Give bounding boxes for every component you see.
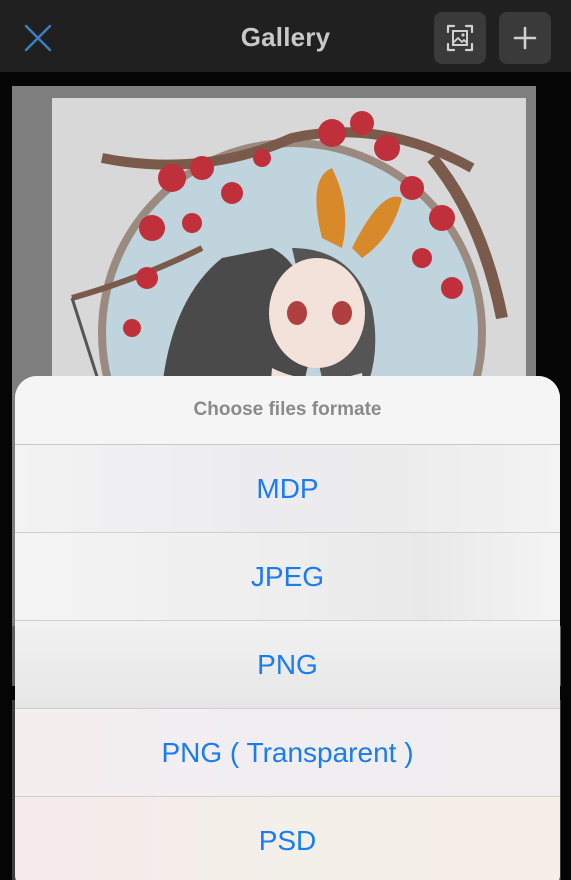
- add-button[interactable]: [499, 12, 551, 64]
- option-png[interactable]: PNG: [15, 621, 560, 709]
- plus-icon: [513, 26, 537, 50]
- top-bar: Gallery: [0, 0, 571, 72]
- option-jpeg[interactable]: JPEG: [15, 533, 560, 621]
- option-mdp[interactable]: MDP: [15, 445, 560, 533]
- sheet-title: Choose files formate: [15, 376, 560, 445]
- app-root: Gallery Choose files formate MDP JPEG PN…: [0, 0, 571, 880]
- format-action-sheet: Choose files formate MDP JPEG PNG PNG ( …: [15, 376, 560, 880]
- image-select-icon: [446, 24, 474, 52]
- image-select-button[interactable]: [434, 12, 486, 64]
- option-png-transparent[interactable]: PNG ( Transparent ): [15, 709, 560, 797]
- option-psd[interactable]: PSD: [15, 797, 560, 880]
